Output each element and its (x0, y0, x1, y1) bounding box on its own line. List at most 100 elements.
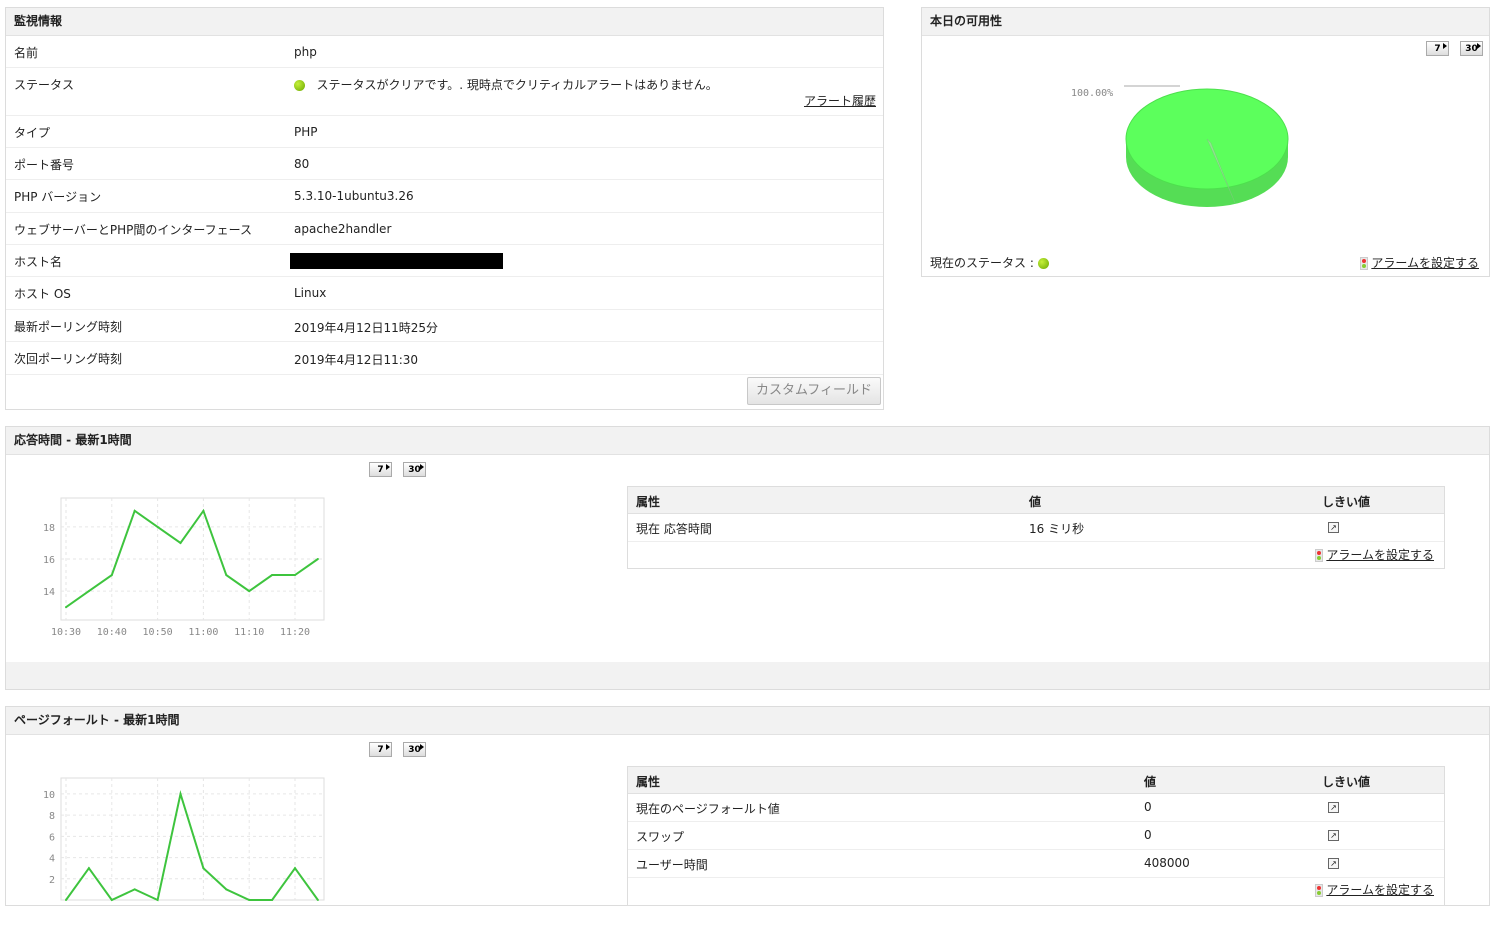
info-row: 次回ポーリング時刻 2019年4月12日11:30 (6, 342, 883, 375)
info-label: 名前 (14, 46, 39, 60)
traffic-light-icon (1360, 257, 1369, 270)
info-label: ホスト名 (14, 255, 63, 269)
availability-panel: 本日の可用性 7 30 100.00% 現在のステータス : アラームを設定する (921, 7, 1490, 277)
header-threshold: しきい値 (1322, 495, 1371, 509)
row-value: 0 (1144, 800, 1152, 814)
data-point (225, 888, 228, 891)
set-alarm-link[interactable]: アラームを設定する (1360, 254, 1479, 271)
y-tick-label: 4 (49, 854, 55, 865)
data-point (294, 574, 296, 577)
y-tick-label: 2 (49, 875, 55, 886)
info-row: ウェブサーバーとPHP間のインターフェース apache2handler (6, 213, 883, 245)
data-point (110, 574, 113, 577)
pie-label: 100.00% (1071, 88, 1113, 99)
info-row: ホスト名 (6, 245, 883, 277)
data-point (65, 899, 67, 901)
status-green-icon (294, 80, 305, 91)
alert-history-link[interactable]: アラート履歴 (804, 92, 876, 109)
data-point (271, 899, 274, 901)
info-value: 80 (294, 157, 310, 171)
status-green-icon (1037, 258, 1049, 269)
data-point (156, 525, 159, 528)
availability-pie-chart: 100.00% (1071, 85, 1289, 207)
table-row: スワップ 0 ↗ (628, 822, 1444, 850)
info-row: ホスト OS Linux (6, 277, 883, 310)
row-value: 0 (1144, 828, 1152, 842)
info-label: 最新ポーリング時刻 (14, 320, 123, 334)
table-row: ユーザー時間 408000 ↗ (628, 850, 1444, 878)
table-row: 現在のページフォールト値 0 ↗ (628, 794, 1444, 822)
page-faults-chart: 2 4 6 8 10 (43, 777, 325, 902)
set-alarm-label[interactable]: アラームを設定する (1326, 548, 1434, 562)
page-faults-panel: ページフォールト - 最新1時間 7 30 2 4 6 8 10 属性 値 しきい値 現… (5, 706, 1490, 906)
set-alarm-label[interactable]: アラームを設定する (1326, 883, 1434, 897)
response-time-table: 属性 値 しきい値 現在 応答時間 16 ミリ秒 ↗ アラームを設定する (627, 486, 1445, 569)
y-tick-label: 6 (49, 832, 55, 843)
y-tick-label: 14 (43, 587, 55, 598)
info-value: php (294, 45, 317, 59)
traffic-light-icon (1315, 884, 1324, 897)
data-point (202, 867, 205, 870)
data-point (133, 509, 136, 512)
data-point (248, 899, 251, 901)
header-value: 値 (1029, 495, 1042, 509)
period-30-button[interactable]: 30 (403, 462, 426, 477)
row-attr: 現在のページフォールト値 (636, 802, 780, 816)
traffic-light-icon (1315, 549, 1324, 562)
y-tick-label: 16 (43, 555, 55, 566)
data-point (225, 574, 228, 577)
row-attr: ユーザー時間 (636, 858, 708, 872)
panel-footer (6, 662, 1489, 689)
header-attr: 属性 (636, 775, 661, 789)
info-row: 最新ポーリング時刻 2019年4月12日11時25分 (6, 310, 883, 342)
info-value: 5.3.10-1ubuntu3.26 (294, 189, 414, 203)
current-status-label: 現在のステータス : (930, 256, 1034, 270)
x-tick-label: 10:40 (97, 627, 127, 638)
data-point (248, 590, 251, 593)
info-label: PHP バージョン (14, 190, 102, 204)
info-row: PHP バージョン 5.3.10-1ubuntu3.26 (6, 180, 883, 213)
custom-field-button[interactable]: カスタムフィールド (747, 377, 881, 405)
data-point (110, 899, 113, 901)
table-row: 現在 応答時間 16 ミリ秒 ↗ (628, 514, 1444, 542)
period-30-button[interactable]: 30 (403, 742, 426, 757)
header-value: 値 (1144, 775, 1157, 789)
data-point (179, 792, 182, 795)
page-faults-table: 属性 値 しきい値 現在のページフォールト値 0 ↗ スワップ 0 ↗ ユーザー時間 4080… (627, 766, 1445, 906)
row-attr: スワップ (636, 830, 685, 844)
page-faults-title: ページフォールト - 最新1時間 (6, 707, 1489, 735)
response-time-chart: 14 16 18 10:30 10:40 10:50 11:00 11:10 11:20 (43, 497, 325, 638)
info-value: Linux (294, 286, 327, 300)
edit-threshold-icon[interactable]: ↗ (1328, 802, 1339, 813)
x-tick-label: 11:10 (234, 627, 264, 638)
set-alarm-label[interactable]: アラームを設定する (1371, 256, 1479, 270)
info-value: apache2handler (294, 222, 392, 236)
info-label: 次回ポーリング時刻 (14, 352, 123, 366)
data-point (87, 867, 90, 870)
data-point (316, 558, 319, 560)
set-alarm-link[interactable]: アラームを設定する (1315, 546, 1434, 563)
data-point (133, 888, 136, 891)
info-value: PHP (294, 125, 318, 139)
period-7-button[interactable]: 7 (369, 742, 392, 757)
edit-threshold-icon[interactable]: ↗ (1328, 522, 1339, 533)
info-row: タイプ PHP (6, 116, 883, 148)
data-point (156, 899, 159, 901)
data-point (316, 899, 319, 901)
data-point (87, 590, 90, 593)
period-7-button[interactable]: 7 (369, 462, 392, 477)
availability-title: 本日の可用性 (922, 8, 1489, 36)
y-tick-label: 8 (49, 811, 55, 822)
x-tick-label: 10:30 (51, 627, 81, 638)
current-status: 現在のステータス : (930, 254, 1049, 271)
edit-threshold-icon[interactable]: ↗ (1328, 830, 1339, 841)
set-alarm-link[interactable]: アラームを設定する (1315, 881, 1434, 898)
data-point (179, 541, 182, 544)
x-tick-label: 10:50 (143, 627, 173, 638)
monitor-info-title: 監視情報 (6, 8, 883, 36)
hostname-redacted (290, 253, 503, 269)
response-time-title: 応答時間 - 最新1時間 (6, 427, 1489, 455)
header-attr: 属性 (636, 495, 661, 509)
x-tick-label: 11:00 (188, 627, 218, 638)
edit-threshold-icon[interactable]: ↗ (1328, 858, 1339, 869)
